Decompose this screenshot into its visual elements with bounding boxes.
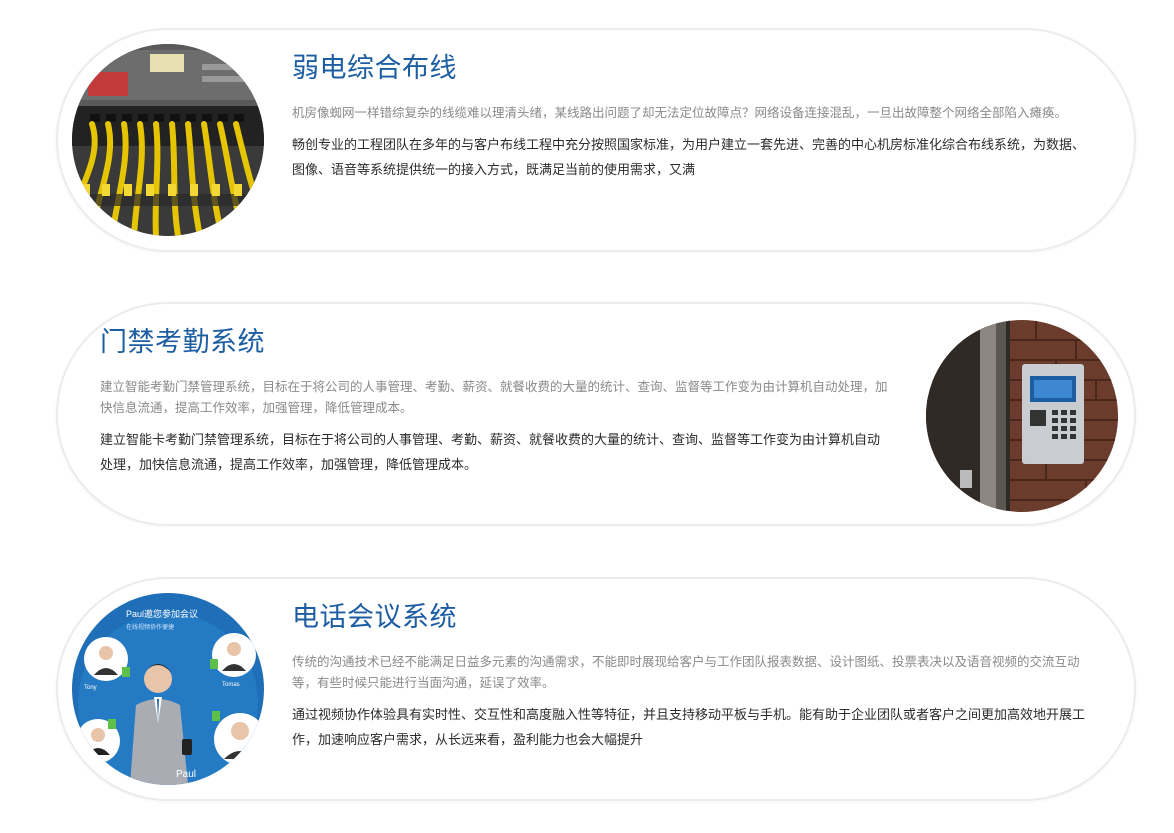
- service-card-cabling[interactable]: 弱电综合布线 机房像蜘网一样错综复杂的线缆难以理清头绪，某线路出问题了却无法定位…: [56, 28, 1136, 252]
- network-patch-panel-photo: [72, 44, 264, 236]
- service-title: 电话会议系统: [292, 602, 457, 633]
- service-description: 传统的沟通技术已经不能满足日益多元素的沟通需求，不能即时展现给客户与工作团队报表…: [292, 654, 1080, 690]
- services-page: 弱电综合布线 机房像蜘网一样错综复杂的线缆难以理清头绪，某线路出问题了却无法定位…: [0, 0, 1174, 833]
- service-detail: 畅创专业的工程团队在多年的与客户布线工程中充分按照国家标准，为用户建立一套先进、…: [292, 138, 1086, 178]
- service-card-access-control[interactable]: 门禁考勤系统 建立智能考勤门禁管理系统，目标在于将公司的人事管理、考勤、薪资、就…: [56, 302, 1136, 526]
- caption-top: Paul邀您参加会议: [126, 608, 198, 619]
- service-text: 电话会议系统 传统的沟通技术已经不能满足日益多元素的沟通需求，不能即时展现给客户…: [292, 599, 1092, 753]
- service-text: 门禁考勤系统 建立智能考勤门禁管理系统，目标在于将公司的人事管理、考勤、薪资、就…: [100, 324, 890, 478]
- service-text: 弱电综合布线 机房像蜘网一样错综复杂的线缆难以理清头绪，某线路出问题了却无法定位…: [292, 50, 1092, 183]
- service-title: 弱电综合布线: [292, 53, 457, 84]
- service-detail: 建立智能卡考勤门禁管理系统，目标在于将公司的人事管理、考勤、薪资、就餐收费的大量…: [100, 433, 881, 473]
- name-tomas: Tomas: [222, 682, 240, 688]
- video-conference-photo: Paul邀您参加会议 在线视频协作便捷 Tony Tomas Paul: [72, 593, 264, 785]
- service-title: 门禁考勤系统: [100, 327, 265, 358]
- service-detail: 通过视频协作体验具有实时性、交互性和高度融入性等特征，并且支持移动平板与手机。能…: [292, 708, 1086, 748]
- service-description: 机房像蜘网一样错综复杂的线缆难以理清头绪，某线路出问题了却无法定位故障点？网络设…: [292, 105, 1068, 120]
- name-tony: Tony: [84, 685, 97, 691]
- caption-sub: 在线视频协作便捷: [126, 623, 174, 631]
- service-card-conference[interactable]: Paul邀您参加会议 在线视频协作便捷 Tony Tomas Paul 电话会议…: [56, 577, 1136, 801]
- service-description: 建立智能考勤门禁管理系统，目标在于将公司的人事管理、考勤、薪资、就餐收费的大量的…: [100, 379, 888, 415]
- door-access-panel-photo: [926, 320, 1118, 512]
- name-paul: Paul: [176, 769, 196, 780]
